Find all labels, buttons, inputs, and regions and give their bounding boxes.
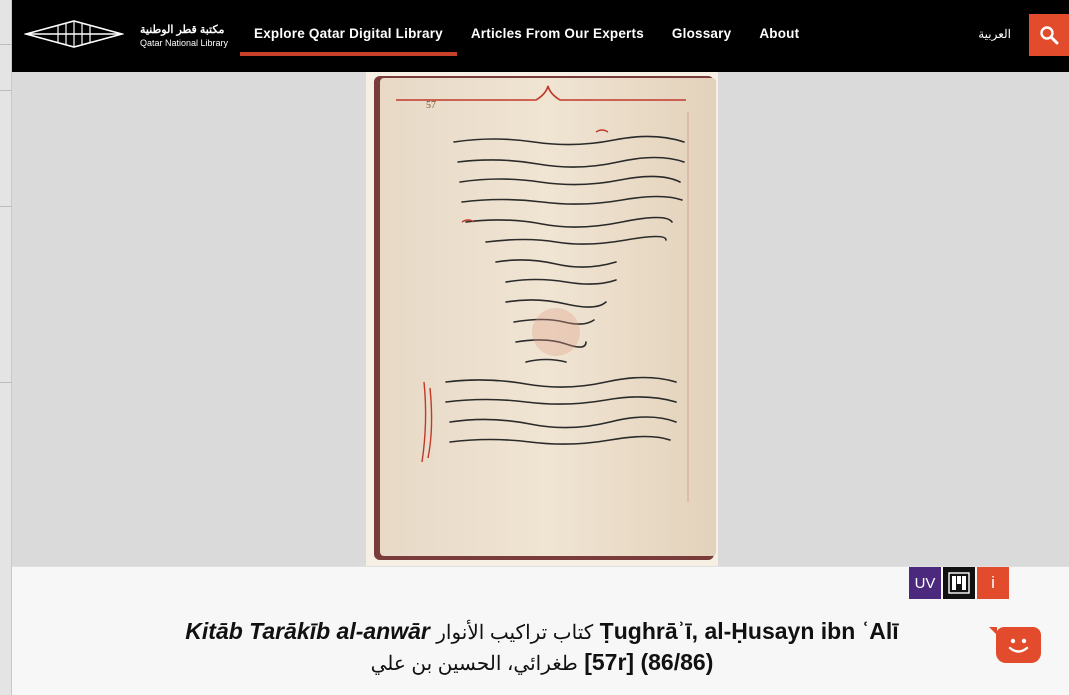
qatar-national-library-logo[interactable]: مكتبة قطر الوطنية Qatar National Library	[24, 18, 228, 52]
title-latin: Kitāb Tarākīb al-anwār	[185, 618, 430, 644]
chat-icon	[1008, 638, 1029, 653]
nav-about[interactable]: About	[745, 0, 813, 72]
language-toggle-arabic[interactable]: العربية	[978, 27, 1011, 41]
title-author: Ṭughrāʾī, al-Ḥusayn ibn ʿAlī	[599, 618, 899, 644]
item-title: Kitāb Tarākīb al-anwār كتاب تراكيب الأنو…	[152, 617, 932, 679]
mirador-viewer-button[interactable]	[943, 567, 975, 599]
mirador-icon	[948, 572, 970, 594]
manuscript-page-drawing: 57	[366, 72, 718, 566]
manuscript-viewer[interactable]: 57	[12, 72, 1069, 566]
top-navigation-bar: مكتبة قطر الوطنية Qatar National Library…	[12, 0, 1069, 72]
manuscript-page-image[interactable]: 57	[366, 72, 718, 566]
library-logo-icon	[24, 20, 124, 48]
logo-text-arabic: مكتبة قطر الوطنية	[140, 24, 225, 36]
search-button[interactable]	[1029, 14, 1069, 56]
item-info-panel: UV i Kitāb Tarākīb al-anwār كتاب تراكيب …	[12, 566, 1069, 695]
title-author-arabic: طغرائي، الحسين بن علي	[370, 653, 578, 675]
search-icon	[1040, 26, 1059, 45]
title-folio: [57r] (86/86)	[584, 649, 714, 675]
main-nav: Explore Qatar Digital Library Articles F…	[240, 0, 813, 72]
nav-explore-qatar-digital-library[interactable]: Explore Qatar Digital Library	[240, 0, 457, 72]
logo-text-english: Qatar National Library	[140, 38, 229, 48]
chatbot-button[interactable]	[989, 627, 1041, 663]
left-panel-strip	[0, 0, 12, 695]
info-button[interactable]: i	[977, 567, 1009, 599]
svg-text:57: 57	[426, 100, 436, 111]
title-arabic: كتاب تراكيب الأنوار	[436, 622, 594, 644]
nav-articles-from-our-experts[interactable]: Articles From Our Experts	[457, 0, 658, 72]
universal-viewer-button[interactable]: UV	[909, 567, 941, 599]
nav-glossary[interactable]: Glossary	[658, 0, 745, 72]
